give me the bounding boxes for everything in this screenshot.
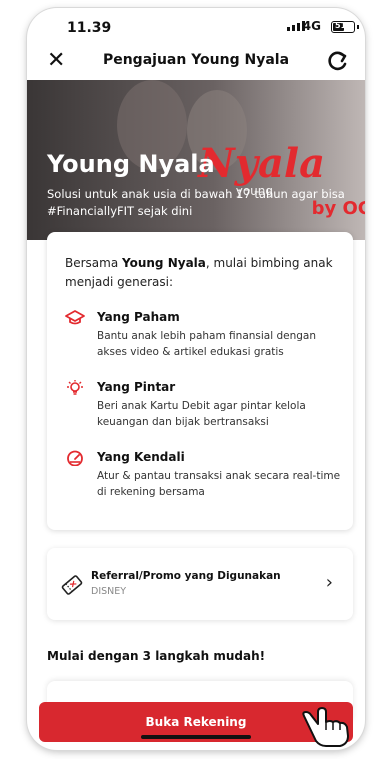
network-label: 4G xyxy=(302,19,321,33)
status-time: 11.39 xyxy=(67,20,112,36)
battery-level: 51 xyxy=(335,21,347,30)
feature-desc: Bantu anak lebih paham finansial dengan … xyxy=(97,330,317,358)
refresh-icon[interactable] xyxy=(325,48,351,74)
page-title: Pengajuan Young Nyala xyxy=(102,52,290,68)
feature-title: Yang Paham xyxy=(97,310,180,324)
promo-code: DISNEY xyxy=(91,586,127,597)
feature-title: Yang Kendali xyxy=(97,450,185,464)
chevron-right-icon: › xyxy=(325,572,333,593)
graduation-cap-icon xyxy=(65,310,85,325)
benefits-intro: Bersama Young Nyala, mulai bimbing anak … xyxy=(65,254,341,292)
lightbulb-icon xyxy=(67,380,83,395)
promo-row[interactable]: Referral/Promo yang Digunakan DISNEY › xyxy=(47,548,353,620)
feature-desc: Beri anak Kartu Debit agar pintar kelola… xyxy=(97,400,306,428)
nyala-logo: Nyala xyxy=(198,140,325,187)
hero-title: Young Nyala xyxy=(47,150,215,178)
battery-icon: 51 xyxy=(331,21,359,33)
ticket-icon xyxy=(61,575,83,595)
home-indicator xyxy=(141,735,251,739)
steps-heading: Mulai dengan 3 langkah mudah! xyxy=(47,649,266,663)
feature-title: Yang Pintar xyxy=(97,380,176,394)
promo-title: Referral/Promo yang Digunakan xyxy=(91,570,281,582)
pointing-hand-icon xyxy=(302,707,349,747)
gauge-icon xyxy=(67,450,83,466)
intro-brand: Young Nyala xyxy=(122,256,206,270)
hero-subtitle: Solusi untuk anak usia di bawah 17 tahun… xyxy=(47,187,345,218)
benefits-card: Bersama Young Nyala, mulai bimbing anak … xyxy=(47,232,353,530)
phone-frame: 11.39 4G 51 ✕ Pengajuan Young Nyala youn… xyxy=(27,8,365,750)
feature-desc: Atur & pantau transaksi anak secara real… xyxy=(97,470,341,498)
status-bar: 11.39 4G 51 xyxy=(27,8,365,40)
nav-bar: ✕ Pengajuan Young Nyala xyxy=(27,44,365,80)
intro-prefix: Bersama xyxy=(65,256,123,270)
